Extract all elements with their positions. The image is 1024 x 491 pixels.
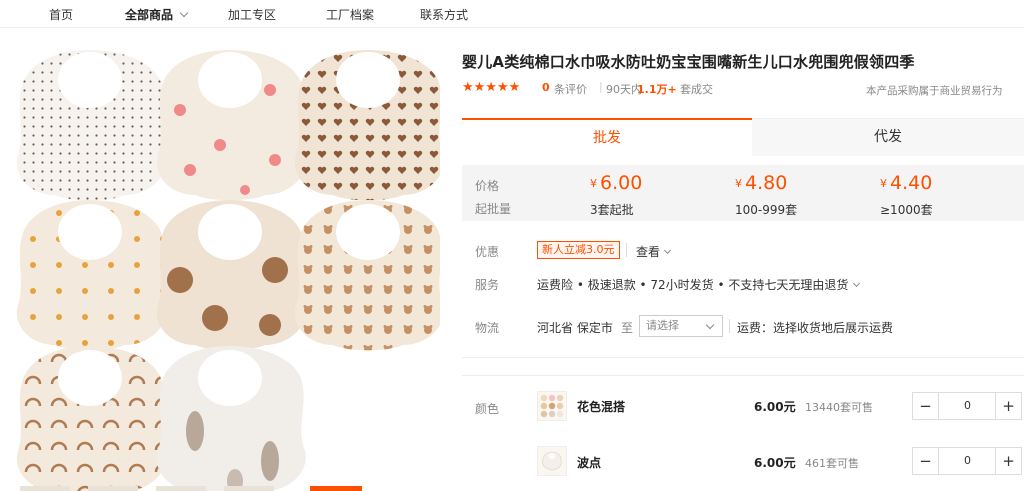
section-divider (462, 357, 1024, 358)
currency-symbol: ¥ (880, 177, 887, 190)
chevron-down-icon (705, 320, 715, 330)
sku-price: 6.00元 (754, 400, 796, 414)
currency-symbol: ¥ (590, 177, 597, 190)
currency-symbol: ¥ (735, 177, 742, 190)
thumbnail[interactable] (20, 486, 70, 491)
price-label: 价格 (475, 179, 500, 193)
decrement-button[interactable]: − (913, 393, 939, 419)
nav-home[interactable]: 首页 (49, 6, 73, 23)
chevron-down-icon (179, 8, 189, 18)
decrement-button[interactable]: − (913, 448, 939, 474)
chevron-down-icon (663, 246, 672, 255)
sku-name: 波点 (577, 456, 602, 470)
quantity-stepper: − 0 + (912, 392, 1022, 420)
tier-price: ¥6.00 (590, 172, 642, 194)
quantity-input[interactable]: 0 (940, 448, 995, 474)
thumbnail[interactable] (156, 486, 206, 491)
reviews-label: 条评价 (554, 83, 587, 96)
promo-label: 优惠 (475, 245, 500, 259)
sku-thumbnail[interactable] (537, 446, 567, 476)
divider (729, 319, 730, 333)
sku-thumbnail-image (542, 451, 562, 471)
thumbnail-strip (10, 486, 440, 491)
purchase-tabs: 批发 代发 (462, 118, 1024, 156)
reviews-count[interactable]: 0 (542, 81, 550, 94)
tier-qty: 3套起批 (590, 203, 634, 217)
destination-placeholder: 请选择 (646, 319, 679, 332)
service-label: 服务 (475, 278, 500, 292)
divider (626, 243, 627, 257)
sku-thumbnail-image (540, 394, 564, 418)
nav-all-products[interactable]: 全部商品 (125, 6, 189, 23)
thumbnail[interactable] (224, 486, 274, 491)
tier-price: ¥4.80 (735, 172, 787, 194)
increment-button[interactable]: + (995, 393, 1021, 419)
coupon-badge[interactable]: 新人立减3.0元 (537, 241, 620, 259)
tier-price: ¥4.40 (880, 172, 932, 194)
tier-qty: 100-999套 (735, 203, 798, 217)
divider: | (599, 80, 603, 93)
sales-volume: 1.1万+ (637, 83, 677, 96)
sku-price: 6.00元 (754, 456, 796, 470)
thumbnail[interactable] (88, 486, 138, 491)
nav-processing[interactable]: 加工专区 (228, 6, 276, 23)
quantity-input[interactable]: 0 (940, 393, 995, 419)
price-box: 价格 起批量 ¥6.00 3套起批 ¥4.80 100-999套 ¥4.40 ≥… (462, 165, 1024, 221)
destination-select[interactable]: 请选择 (639, 315, 723, 337)
quantity-stepper: − 0 + (912, 447, 1022, 475)
origin-location: 河北省 保定市 (537, 321, 613, 335)
sku-name: 花色混搭 (577, 400, 626, 414)
top-nav: 首页 全部商品 加工专区 工厂档案 联系方式 (0, 0, 1024, 28)
view-more-button[interactable]: 查看 (636, 243, 672, 260)
view-more-label: 查看 (636, 245, 661, 259)
tier-price-value: 4.40 (890, 172, 933, 194)
sku-stock: 461套可售 (805, 457, 859, 470)
tier-qty: ≥1000套 (880, 203, 933, 217)
trade-notice: 本产品采购属于商业贸易行为 (866, 85, 1003, 97)
thumbnail-active[interactable] (310, 486, 362, 491)
nav-factory[interactable]: 工厂档案 (326, 6, 374, 23)
tier-price-value: 6.00 (600, 172, 643, 194)
chevron-down-icon (853, 279, 861, 288)
rating-stars-icon: ★★★★★ (462, 80, 521, 95)
deal-label: 套成交 (680, 83, 713, 96)
freight-text: 运费：选择收货地后展示运费 (737, 321, 894, 335)
service-text: 运费险 • 极速退款 • 72小时发货 • 不支持七天无理由退货 (537, 278, 849, 292)
nav-all-products-label: 全部商品 (125, 8, 174, 22)
tab-dropship[interactable]: 代发 (752, 118, 1024, 156)
sku-stock: 13440套可售 (805, 401, 873, 414)
to-label: 至 (621, 321, 634, 335)
increment-button[interactable]: + (995, 448, 1021, 474)
service-tags[interactable]: 运费险 • 极速退款 • 72小时发货 • 不支持七天无理由退货 (537, 276, 861, 293)
tab-wholesale[interactable]: 批发 (462, 118, 752, 156)
tier-price-value: 4.80 (745, 172, 788, 194)
color-label: 颜色 (475, 402, 500, 416)
product-title: 婴儿A类纯棉口水巾吸水防吐奶宝宝围嘴新生儿口水兜围兜假领四季 (462, 53, 915, 71)
logistics-label: 物流 (475, 321, 500, 335)
section-divider (462, 375, 1024, 376)
sku-thumbnail[interactable] (537, 391, 567, 421)
bibs-image (16, 50, 444, 491)
product-image[interactable] (0, 28, 444, 491)
nav-contact[interactable]: 联系方式 (420, 6, 468, 23)
qty-label: 起批量 (475, 202, 512, 216)
